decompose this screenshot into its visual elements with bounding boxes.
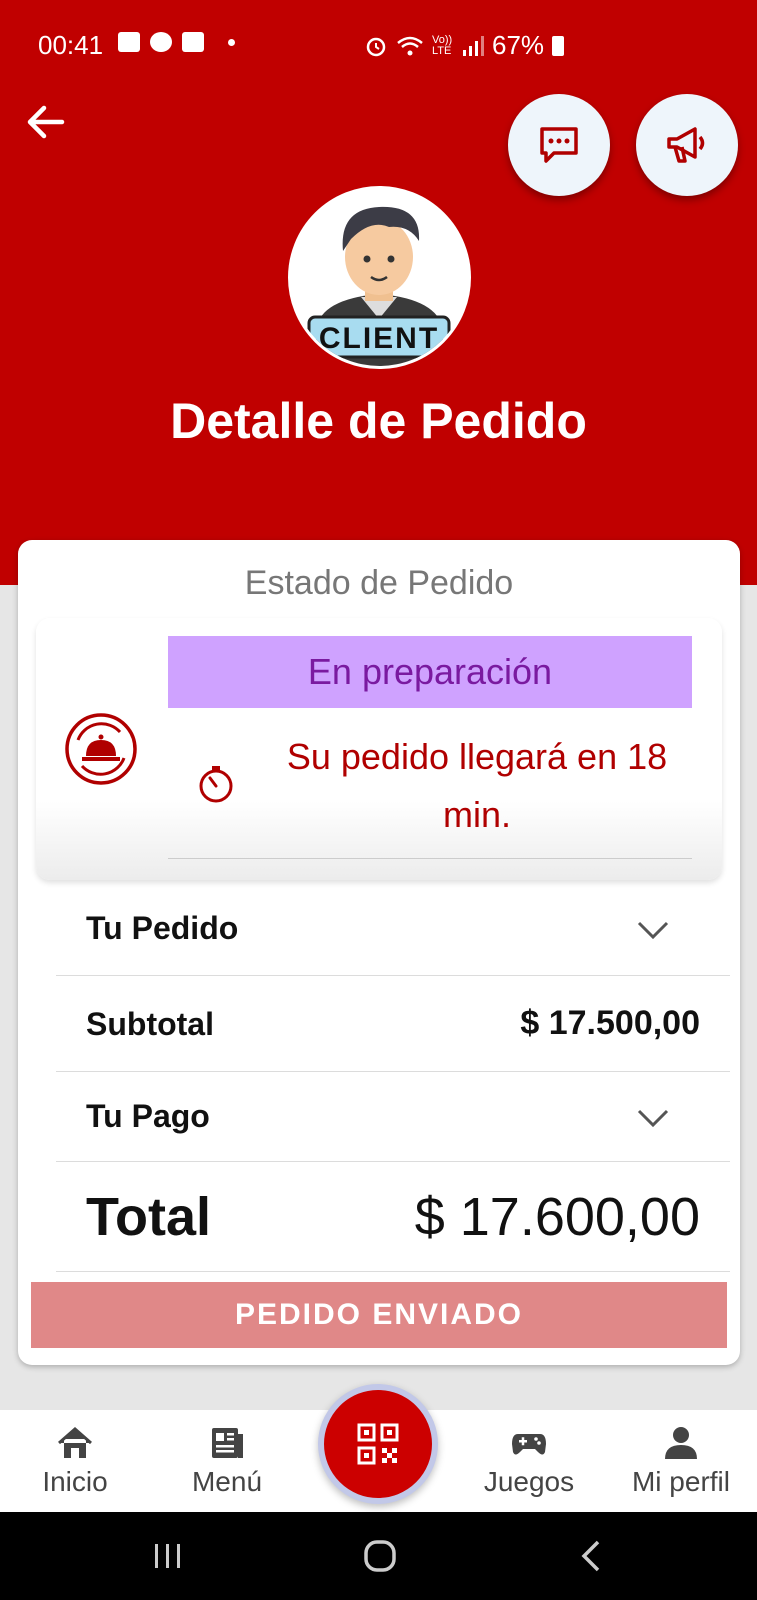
nav-label-menu: Menú	[191, 1466, 263, 1497]
chevron-down-icon	[637, 921, 669, 940]
avatar-label: CLIENT	[319, 322, 439, 355]
home-system-icon[interactable]	[358, 1534, 402, 1578]
payment-row[interactable]: Tu Pago	[56, 1072, 730, 1162]
order-state-badge: En preparación	[168, 636, 692, 708]
nav-item-juegos[interactable]: Juegos	[454, 1410, 604, 1512]
order-items-label: Tu Pedido	[86, 910, 239, 946]
qr-scan-button[interactable]	[318, 1384, 438, 1504]
nav-item-perfil[interactable]: Mi perfil	[606, 1410, 756, 1512]
qr-code-icon	[357, 1423, 399, 1465]
order-status-box: En preparación Su pedido llegará en 18 m…	[36, 618, 722, 880]
alarm-icon	[366, 37, 386, 56]
signal-icon	[463, 35, 484, 56]
timer-icon	[199, 766, 233, 803]
chat-button[interactable]	[508, 94, 610, 196]
back-button[interactable]	[22, 98, 70, 146]
nav-label-juegos: Juegos	[483, 1466, 575, 1497]
arrow-left-icon	[27, 105, 65, 139]
recent-apps-icon[interactable]	[146, 1534, 190, 1578]
nav-item-menu[interactable]: Menú	[152, 1410, 302, 1512]
chevron-down-icon	[637, 1109, 669, 1128]
system-icons: Vo)) LTE 67%	[364, 30, 565, 61]
order-detail-card: Estado de Pedido En preparación Su pedid…	[18, 540, 740, 1365]
more-notifications-icon	[228, 38, 235, 46]
gamepad-icon	[512, 1434, 546, 1455]
gallery-icon	[118, 32, 140, 52]
order-items-row[interactable]: Tu Pedido	[56, 880, 730, 976]
nav-item-inicio[interactable]: Inicio	[0, 1410, 150, 1512]
system-navigation-bar	[0, 1512, 757, 1600]
order-status-label: Estado de Pedido	[244, 564, 514, 602]
cloche-refresh-icon	[65, 713, 137, 785]
battery-percent: 67%	[492, 30, 545, 60]
back-system-icon[interactable]	[570, 1534, 614, 1578]
status-time: 00:41	[38, 30, 104, 60]
mail-icon	[182, 32, 204, 52]
page-title: Detalle de Pedido	[170, 393, 587, 449]
nav-label-inicio: Inicio	[42, 1466, 108, 1497]
eta-text: Su pedido llegará en 18 min.	[286, 736, 668, 835]
wifi-icon	[397, 36, 423, 55]
announcements-button[interactable]	[636, 94, 738, 196]
notification-icons	[118, 32, 235, 52]
chat-icon	[540, 127, 578, 163]
volte-label: Vo)) LTE	[432, 33, 453, 57]
battery-icon	[552, 35, 565, 56]
client-avatar: CLIENT	[288, 186, 471, 369]
status-bar: 00:41 Vo)) LTE 67%	[0, 0, 757, 80]
subtotal-label: Subtotal	[86, 1006, 214, 1042]
subtotal-row: Subtotal $ 17.500,00	[56, 976, 730, 1072]
total-value: $ 17.600,00	[414, 1187, 700, 1247]
order-sent-button[interactable]: PEDIDO ENVIADO	[31, 1282, 727, 1348]
total-label: Total	[86, 1187, 211, 1247]
nav-label-perfil: Mi perfil	[631, 1466, 730, 1497]
menu-newspaper-icon	[212, 1428, 243, 1458]
payment-label: Tu Pago	[86, 1098, 210, 1134]
subtotal-value: $ 17.500,00	[520, 1004, 700, 1042]
home-icon	[58, 1427, 92, 1458]
total-row: Total $ 17.600,00	[56, 1162, 730, 1272]
app-notification-icon	[150, 32, 172, 52]
divider	[168, 858, 692, 859]
person-icon	[665, 1427, 697, 1459]
megaphone-icon	[667, 127, 705, 163]
